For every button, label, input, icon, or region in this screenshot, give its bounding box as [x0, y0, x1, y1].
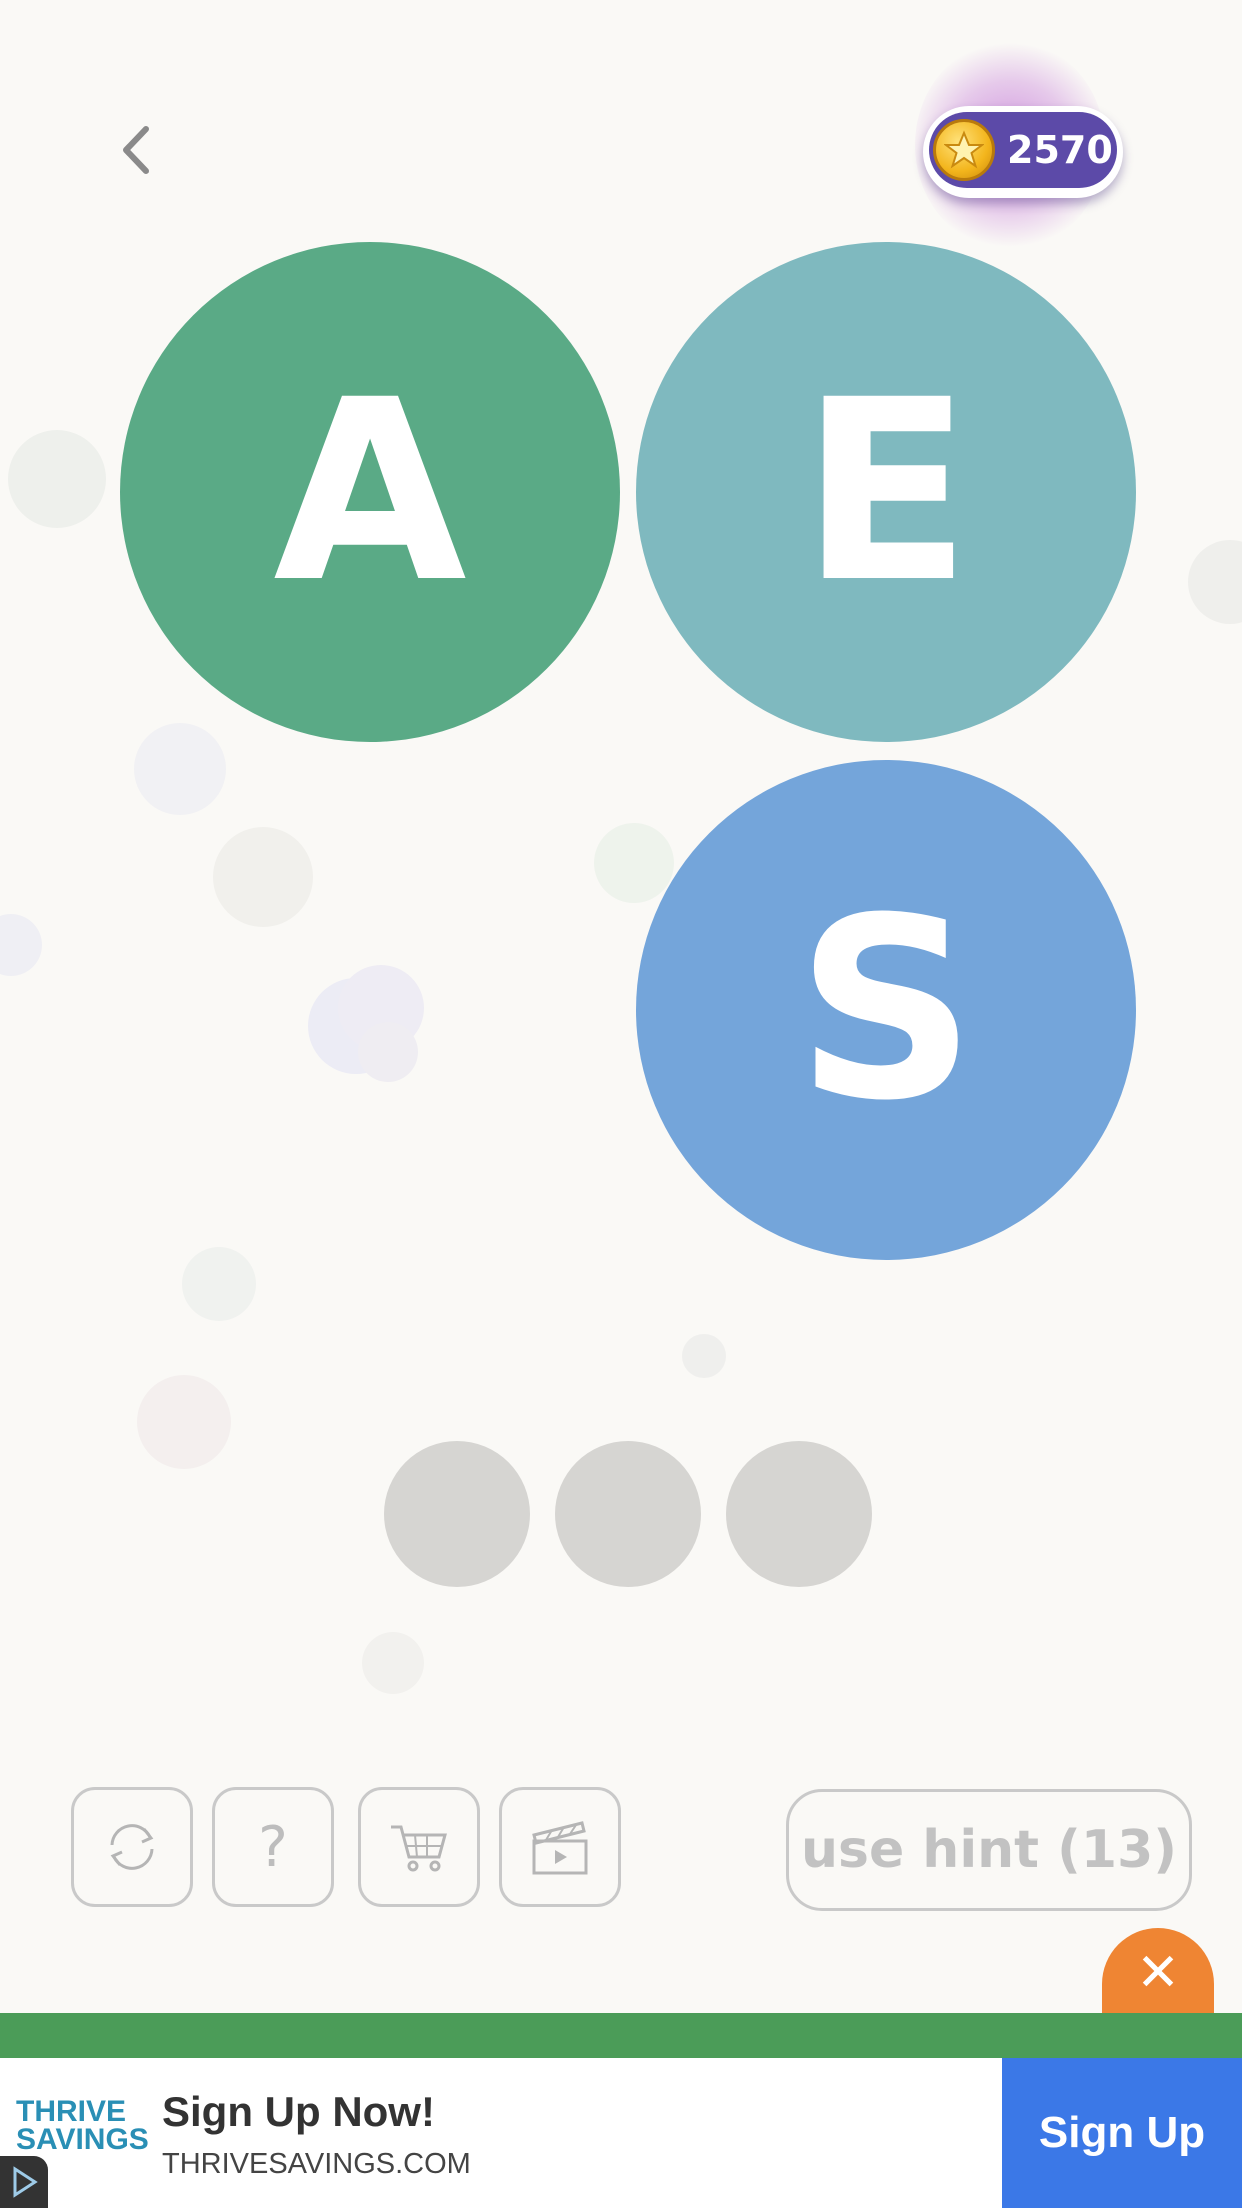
background-bubble [362, 1632, 424, 1694]
watch-video-button[interactable] [499, 1787, 621, 1907]
ad-banner-bar [0, 2013, 1242, 2058]
coin-count: 2570 [1007, 128, 1113, 172]
background-bubble [0, 914, 42, 976]
background-bubble [134, 723, 226, 815]
use-hint-button[interactable]: use hint (13) [786, 1789, 1192, 1911]
ad-title: Sign Up Now! [162, 2088, 435, 2135]
background-bubble [137, 1375, 231, 1469]
answer-slot [384, 1441, 530, 1587]
cart-icon [391, 1825, 447, 1872]
shop-button[interactable] [358, 1787, 480, 1907]
ad-subtitle: THRIVESAVINGS.COM [162, 2148, 471, 2180]
help-button[interactable]: ? [212, 1787, 334, 1907]
background-bubble [1188, 540, 1242, 624]
background-bubble [682, 1334, 726, 1378]
background-bubble [8, 430, 106, 528]
letter-tile-s[interactable]: S [636, 760, 1136, 1260]
shuffle-button[interactable] [71, 1787, 193, 1907]
background-bubble [182, 1247, 256, 1321]
clapperboard-icon [532, 1821, 588, 1875]
letter-tile-a[interactable]: A [120, 242, 620, 742]
letter-tile-e[interactable]: E [636, 242, 1136, 742]
answer-slot [555, 1441, 701, 1587]
coin-counter[interactable]: 2570 [923, 106, 1123, 198]
background-bubble [213, 827, 313, 927]
star-coin-icon [933, 119, 995, 181]
background-bubble [594, 823, 674, 903]
shuffle-icon [110, 1824, 154, 1870]
close-icon: ✕ [1136, 1943, 1180, 2003]
answer-slot [726, 1441, 872, 1587]
ad-banner[interactable]: THRIVE SAVINGS Sign Up Now! THRIVESAVING… [0, 2058, 1242, 2208]
back-button[interactable] [110, 120, 160, 180]
background-bubble [358, 1022, 418, 1082]
chevron-left-icon [123, 126, 149, 174]
ad-choices-icon[interactable] [0, 2156, 48, 2208]
close-ad-button[interactable]: ✕ [1102, 1928, 1214, 2018]
ad-sign-up-button[interactable]: Sign Up [1002, 2058, 1242, 2208]
